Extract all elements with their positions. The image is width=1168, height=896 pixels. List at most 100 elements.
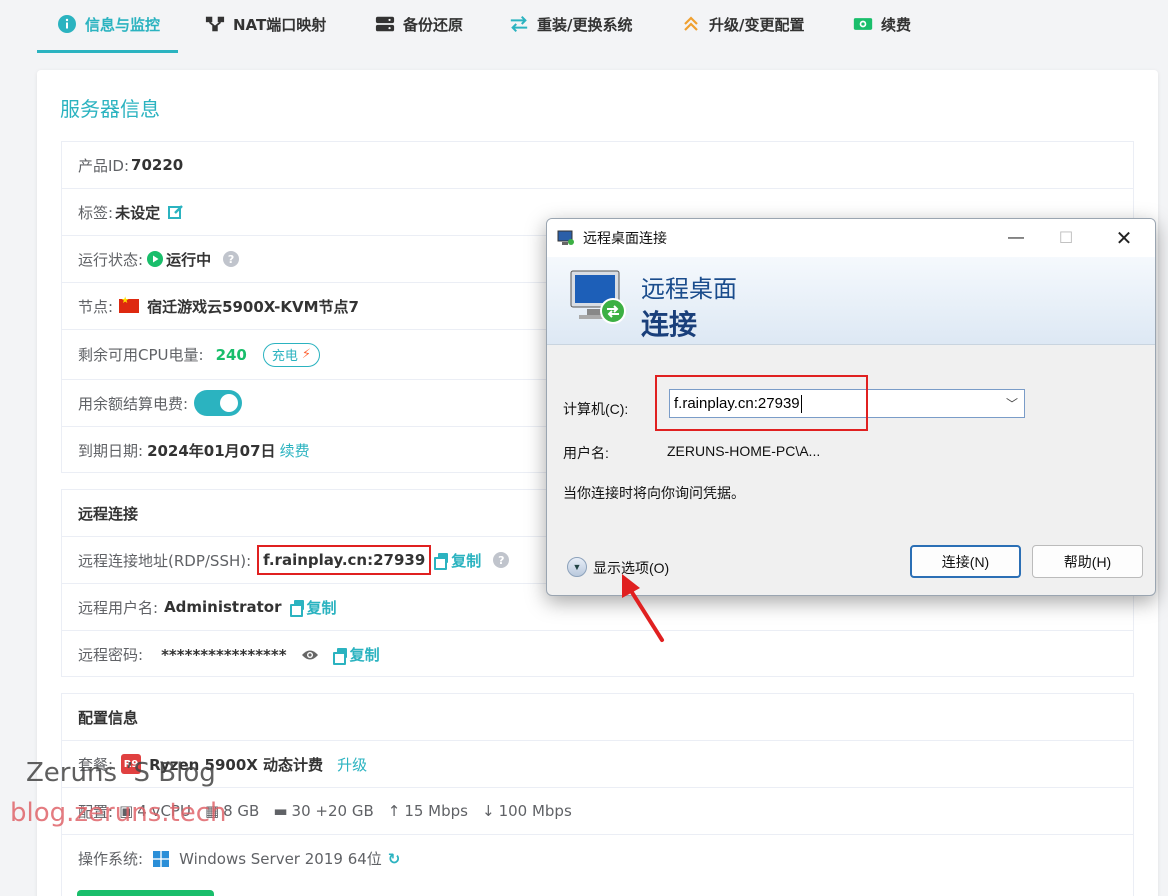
expire-value: 2024年01月07日 — [147, 441, 276, 460]
balance-label: 用余额结算电费: — [78, 394, 189, 413]
eye-icon[interactable] — [301, 648, 319, 662]
highlight-box — [655, 375, 868, 431]
minimize-icon[interactable]: — — [993, 219, 1039, 257]
ram-value: 8 GB — [223, 802, 260, 820]
copy-label: 复制 — [451, 551, 482, 570]
rdp-titlebar: 远程桌面连接 — ☐ ✕ — [547, 219, 1155, 257]
remote-title: 远程连接 — [78, 504, 139, 523]
tab-label: 升级/变更配置 — [709, 16, 805, 34]
rdp-banner-subtitle: 连接 — [641, 309, 698, 340]
rdp-banner-title: 远程桌面 — [641, 276, 737, 303]
rdp-window-title: 远程桌面连接 — [583, 230, 667, 246]
upload-value: 15 Mbps — [404, 802, 468, 820]
disk-value: 30 +20 GB — [291, 802, 374, 820]
copy-icon — [434, 553, 449, 570]
node-value: 宿迁游戏云5900X-KVM节点7 — [147, 297, 359, 316]
rdp-app-icon — [557, 230, 575, 246]
computer-label: 计算机(C): — [563, 401, 629, 417]
money-icon — [853, 14, 873, 34]
status-label: 运行状态: — [78, 250, 144, 269]
tab-bar: 信息与监控 NAT端口映射 备份还原 重装/更换系统 升级/变更配置 续费 — [0, 0, 1168, 56]
rdp-banner: 远程桌面 连接 — [547, 257, 1155, 345]
copy-label: 复制 — [349, 646, 380, 664]
balance-toggle[interactable] — [194, 390, 243, 416]
remote-user-value: Administrator — [164, 598, 282, 616]
show-options-link[interactable]: 显示选项(O) — [593, 558, 669, 578]
remote-address-value: f.rainplay.cn:27939 — [257, 545, 432, 575]
upload-arrow-icon: ↑ — [387, 802, 401, 820]
chevrons-up-icon — [681, 14, 701, 34]
tag-value: 未设定 — [115, 203, 161, 222]
windows-icon — [153, 850, 170, 867]
rdp-dialog: 远程桌面连接 — ☐ ✕ 远程桌面 连接 计算机(C): f.rainplay.… — [546, 218, 1156, 596]
action-button[interactable] — [77, 890, 214, 896]
tab-backup[interactable]: 备份还原 — [375, 14, 463, 54]
node-label: 节点: — [78, 297, 114, 316]
credential-prompt: 当你连接时将向你询问凭据。 — [563, 485, 745, 501]
connect-button[interactable]: 连接(N) — [910, 545, 1021, 578]
download-value: 100 Mbps — [498, 802, 572, 820]
tab-upgrade[interactable]: 升级/变更配置 — [681, 14, 804, 54]
tab-reinstall[interactable]: 重装/更换系统 — [509, 14, 632, 54]
config-section: 配置信息 套餐: R9 Ryzen 5900X 动态计费 升级 配置: ▣ 4 v… — [61, 693, 1134, 896]
username-label: 用户名: — [563, 445, 609, 461]
tab-renew[interactable]: 续费 — [853, 14, 911, 54]
upgrade-link[interactable]: 升级 — [337, 754, 367, 775]
remote-password-row: 远程密码: **************** 复制 — [62, 631, 1133, 678]
play-icon — [147, 251, 164, 267]
tab-label: 重装/更换系统 — [537, 16, 633, 34]
tab-label: 备份还原 — [403, 16, 464, 34]
server-icon — [375, 14, 395, 34]
status-value: 运行中 — [166, 250, 212, 269]
cpu-power-value: 240 — [215, 345, 247, 364]
os-value: Windows Server 2019 64位 — [179, 850, 382, 868]
expire-label: 到期日期: — [78, 441, 144, 460]
expand-options-icon[interactable]: ▼ — [567, 557, 587, 577]
copy-password-button[interactable]: 复制 — [332, 644, 380, 665]
network-icon — [205, 14, 225, 34]
charge-label: 充电 — [271, 349, 298, 364]
tab-info-monitor[interactable]: 信息与监控 — [36, 14, 179, 54]
china-flag-icon — [119, 296, 140, 313]
product-id-value: 70220 — [131, 156, 184, 174]
remote-password-label: 远程密码: — [78, 646, 144, 664]
tag-label: 标签: — [78, 203, 114, 222]
config-header-row: 配置信息 — [62, 694, 1133, 741]
copy-user-button[interactable]: 复制 — [289, 597, 337, 618]
chevron-down-icon[interactable]: ﹀ — [1006, 395, 1018, 412]
os-row: 操作系统: Windows Server 2019 64位 ↻ — [62, 835, 1133, 882]
tab-label: NAT端口映射 — [233, 16, 327, 34]
username-value: ZERUNS-HOME-PC\A... — [667, 443, 821, 459]
server-info-title: 服务器信息 — [60, 97, 160, 121]
lightning-icon: ⚡ — [301, 347, 312, 362]
disk-icon: ▬ — [273, 802, 288, 820]
refresh-icon[interactable]: ↻ — [388, 850, 401, 868]
close-icon[interactable]: ✕ — [1101, 219, 1147, 257]
rdp-monitor-icon — [567, 265, 631, 333]
remote-password-value: **************** — [161, 645, 287, 664]
tab-label: 续费 — [881, 16, 912, 34]
plan-row: 套餐: R9 Ryzen 5900X 动态计费 升级 — [62, 741, 1133, 788]
help-icon[interactable]: ? — [223, 251, 240, 267]
info-icon — [57, 14, 77, 34]
swap-icon — [509, 14, 529, 34]
copy-label: 复制 — [306, 598, 337, 617]
edit-icon[interactable] — [168, 204, 184, 220]
watermark-title: Zeruns ’S Blog — [26, 758, 216, 788]
tab-nat[interactable]: NAT端口映射 — [205, 14, 326, 54]
watermark-url: blog.zeruns.tech — [10, 798, 227, 828]
cpu-power-label: 剩余可用CPU电量: — [78, 346, 204, 364]
download-arrow-icon: ↓ — [481, 802, 495, 820]
maximize-icon[interactable]: ☐ — [1043, 219, 1089, 257]
remote-user-label: 远程用户名: — [78, 598, 159, 617]
copy-address-button[interactable]: 复制 — [434, 550, 481, 571]
copy-icon — [289, 600, 304, 617]
charge-button[interactable]: 充电 ⚡ — [262, 342, 321, 367]
config-title: 配置信息 — [78, 708, 139, 727]
help-icon[interactable]: ? — [493, 552, 510, 568]
tab-label: 信息与监控 — [85, 16, 161, 34]
help-button[interactable]: 帮助(H) — [1032, 545, 1143, 578]
product-id-row: 产品ID: 70220 — [62, 142, 1133, 189]
renew-link[interactable]: 续费 — [280, 440, 310, 461]
product-id-label: 产品ID: — [78, 156, 130, 175]
